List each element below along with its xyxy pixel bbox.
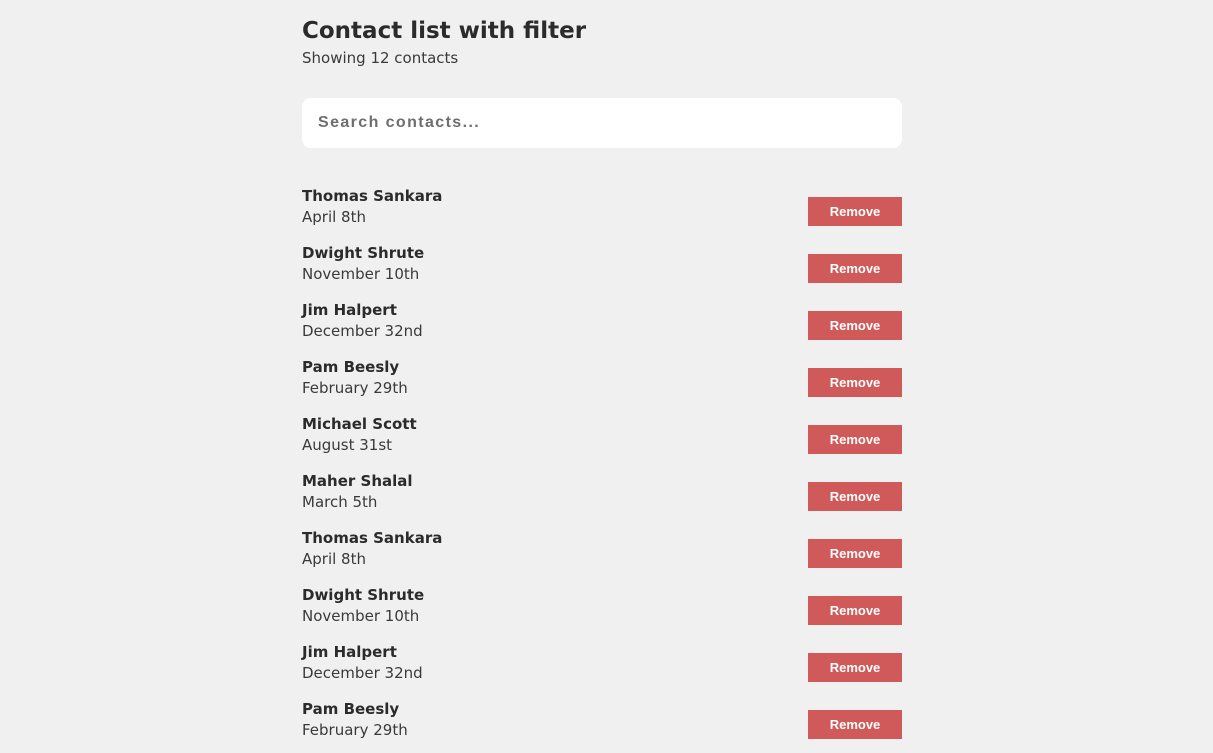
contact-list: Thomas Sankara April 8th Remove Dwight S… — [302, 183, 902, 753]
remove-button[interactable]: Remove — [808, 653, 902, 682]
contact-date: March 5th — [302, 493, 378, 511]
contact-name: Thomas Sankara — [302, 187, 443, 205]
contact-name: Pam Beesly — [302, 358, 400, 376]
list-item: Maher Shalal March 5th Remove — [302, 468, 902, 525]
remove-button[interactable]: Remove — [808, 311, 902, 340]
page-title: Contact list with filter — [302, 18, 587, 44]
contact-date: February 29th — [302, 721, 408, 739]
list-item: Michael Scott August 31st Remove — [302, 411, 902, 468]
list-item: Thomas Sankara April 8th Remove — [302, 183, 902, 240]
remove-button[interactable]: Remove — [808, 425, 902, 454]
contact-date: December 32nd — [302, 664, 423, 682]
contact-name: Dwight Shrute — [302, 244, 425, 262]
list-item: Pam Beesly February 29th Remove — [302, 354, 902, 411]
contact-name: Dwight Shrute — [302, 586, 425, 604]
list-item: Dwight Shrute November 10th Remove — [302, 582, 902, 639]
contact-name: Michael Scott — [302, 415, 417, 433]
contact-name: Jim Halpert — [302, 643, 397, 661]
contact-date: November 10th — [302, 265, 420, 283]
remove-button[interactable]: Remove — [808, 710, 902, 739]
remove-button[interactable]: Remove — [808, 197, 902, 226]
contact-date: February 29th — [302, 379, 408, 397]
contact-date: April 8th — [302, 550, 366, 568]
remove-button[interactable]: Remove — [808, 596, 902, 625]
remove-button[interactable]: Remove — [808, 254, 902, 283]
list-item: Thomas Sankara April 8th Remove — [302, 525, 902, 582]
remove-button[interactable]: Remove — [808, 539, 902, 568]
list-item: Pam Beesly February 29th Remove — [302, 696, 902, 753]
search-input[interactable] — [302, 98, 902, 148]
list-item: Dwight Shrute November 10th Remove — [302, 240, 902, 297]
list-item: Jim Halpert December 32nd Remove — [302, 297, 902, 354]
contact-date: April 8th — [302, 208, 366, 226]
contact-name: Jim Halpert — [302, 301, 397, 319]
remove-button[interactable]: Remove — [808, 482, 902, 511]
contact-count: Showing 12 contacts — [302, 49, 459, 67]
contact-date: August 31st — [302, 436, 393, 454]
contact-name: Pam Beesly — [302, 700, 400, 718]
contact-name: Thomas Sankara — [302, 529, 443, 547]
list-item: Jim Halpert December 32nd Remove — [302, 639, 902, 696]
contact-date: December 32nd — [302, 322, 423, 340]
remove-button[interactable]: Remove — [808, 368, 902, 397]
contact-name: Maher Shalal — [302, 472, 413, 490]
contact-date: November 10th — [302, 607, 420, 625]
